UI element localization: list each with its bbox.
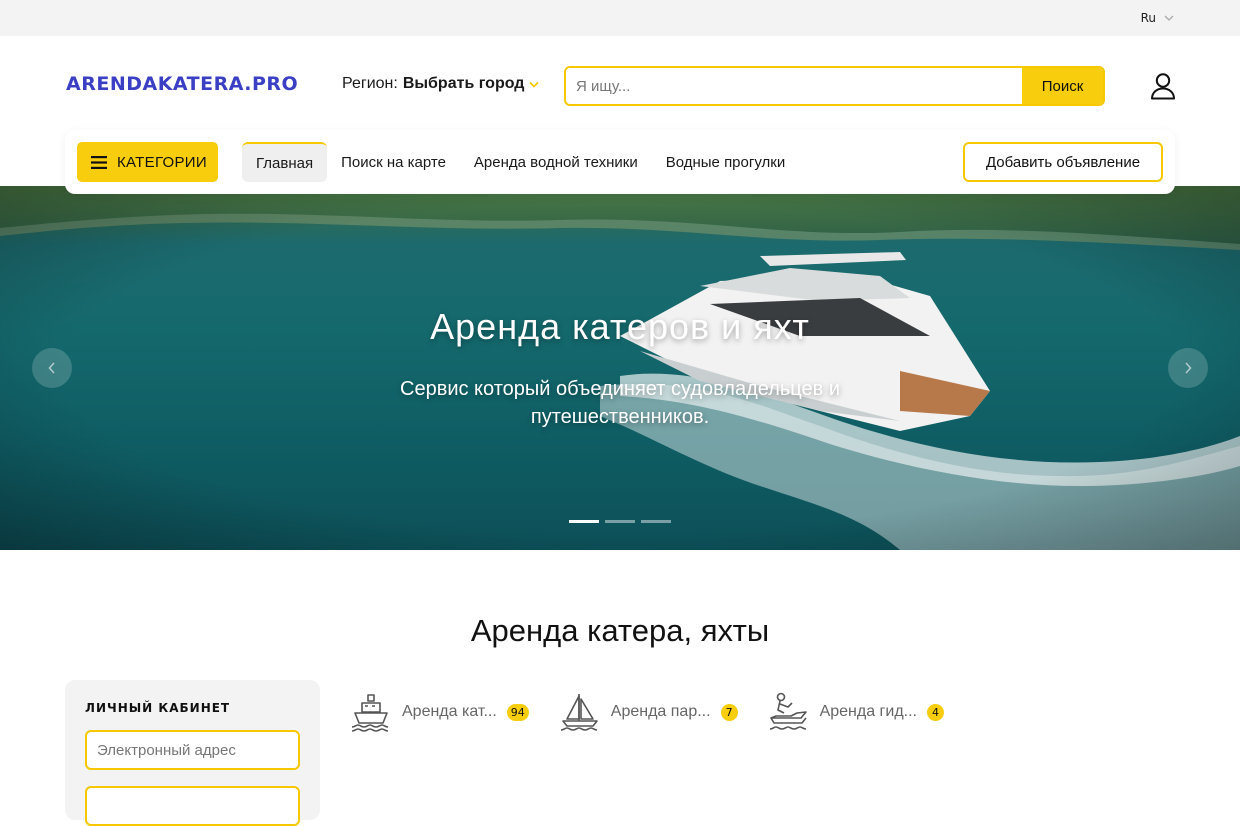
category-list: Аренда кат... 94 Аренда пар... 7 Аренда … bbox=[350, 690, 944, 734]
language-label: Ru bbox=[1140, 11, 1156, 25]
category-label: Аренда гид... bbox=[819, 703, 917, 720]
hero-slider: Аренда катеров и яхт Сервис который объе… bbox=[0, 186, 1240, 550]
chevron-left-icon bbox=[48, 362, 55, 374]
cabinet-title: ЛИЧНЫЙ КАБИНЕТ bbox=[85, 701, 231, 715]
nav-link-water-trips[interactable]: Водные прогулки bbox=[652, 142, 800, 182]
category-item[interactable]: Аренда кат... 94 bbox=[350, 690, 529, 734]
site-logo[interactable]: ARENDAKATERA.PRO bbox=[66, 68, 299, 100]
logo-text: ARENDAKATERA.PRO bbox=[66, 73, 299, 95]
slider-prev-button[interactable] bbox=[32, 348, 72, 388]
hero-subtitle: Сервис который объединяет судовладельцев… bbox=[400, 378, 840, 428]
category-label: Аренда пар... bbox=[610, 703, 711, 720]
category-count-badge: 4 bbox=[927, 703, 944, 721]
top-bar: Ru bbox=[0, 0, 1240, 36]
slider-next-button[interactable] bbox=[1168, 348, 1208, 388]
category-item[interactable]: Аренда гид... 4 bbox=[768, 690, 944, 734]
search-input[interactable] bbox=[566, 68, 1022, 104]
slider-dot[interactable] bbox=[569, 520, 599, 523]
email-field[interactable] bbox=[85, 730, 300, 770]
search-button[interactable]: Поиск bbox=[1022, 68, 1103, 104]
section-title: Аренда катера, яхты bbox=[470, 613, 770, 648]
user-icon[interactable] bbox=[1150, 72, 1176, 100]
categories-button-label: КАТЕГОРИИ bbox=[117, 153, 207, 171]
category-label: Аренда кат... bbox=[402, 703, 497, 720]
password-field[interactable] bbox=[85, 786, 300, 826]
hero-title: Аренда катеров и яхт bbox=[430, 306, 810, 347]
city-select[interactable]: Выбрать город bbox=[403, 75, 525, 93]
personal-cabinet-card: ЛИЧНЫЙ КАБИНЕТ bbox=[65, 680, 320, 826]
ship-icon bbox=[351, 694, 389, 732]
hero-yacht-image bbox=[0, 186, 1240, 550]
search-bar: Поиск bbox=[564, 66, 1105, 106]
sailboat-icon bbox=[560, 694, 598, 731]
category-count-badge: 7 bbox=[720, 703, 738, 721]
nav-link-home[interactable]: Главная bbox=[242, 142, 328, 182]
jet-ski-icon bbox=[769, 692, 807, 730]
region-label: Регион: bbox=[342, 75, 398, 92]
nav-links: Главная Поиск на карте Аренда водной тех… bbox=[242, 142, 799, 182]
nav-link-map-search[interactable]: Поиск на карте bbox=[327, 142, 460, 182]
main-nav: КАТЕГОРИИ Главная Поиск на карте Аренда … bbox=[65, 130, 1175, 194]
region-selector: Регион: Выбрать город bbox=[342, 75, 540, 93]
category-item[interactable]: Аренда пар... 7 bbox=[559, 690, 738, 734]
language-selector[interactable]: Ru bbox=[1141, 11, 1174, 25]
menu-icon bbox=[91, 155, 107, 169]
chevron-right-icon bbox=[1185, 362, 1192, 374]
categories-button[interactable]: КАТЕГОРИИ bbox=[77, 142, 218, 182]
chevron-down-icon[interactable] bbox=[529, 81, 540, 88]
nav-link-water-rental[interactable]: Аренда водной техники bbox=[460, 142, 652, 182]
slider-dot[interactable] bbox=[605, 520, 635, 523]
category-count-badge: 94 bbox=[506, 703, 529, 721]
add-listing-button[interactable]: Добавить объявление bbox=[963, 142, 1163, 182]
slider-pagination bbox=[569, 520, 671, 523]
chevron-down-icon bbox=[1164, 15, 1174, 21]
slider-dot[interactable] bbox=[641, 520, 671, 523]
